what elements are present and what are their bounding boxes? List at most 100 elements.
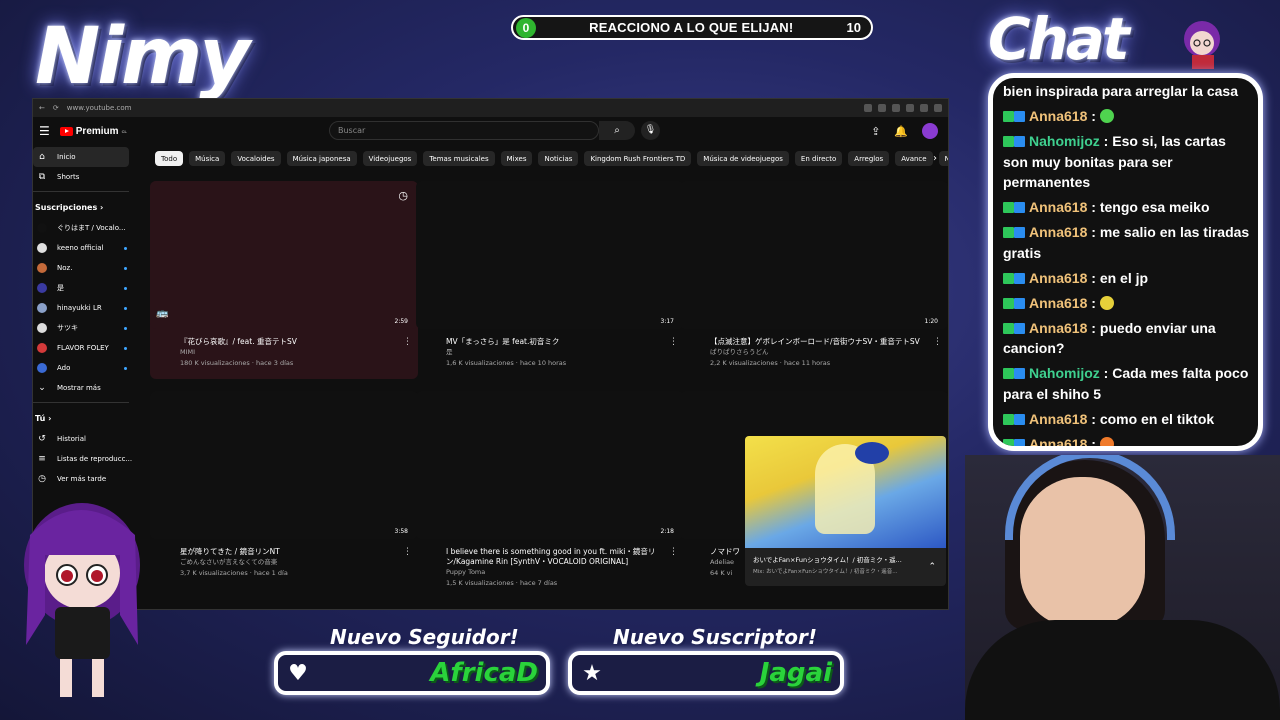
subscriptions-heading[interactable]: Suscripciones › xyxy=(33,196,133,218)
video-title[interactable]: 『花びら哀歌』/ feat. 重音テトSV xyxy=(180,337,400,347)
chip[interactable]: En directo xyxy=(794,151,843,166)
account-avatar[interactable] xyxy=(922,123,938,139)
more-options-icon[interactable]: ⋮ xyxy=(669,337,678,347)
extension-icon[interactable] xyxy=(906,104,914,112)
video-title[interactable]: 【点滅注意】ゲボレインボーロード/音街ウナSV・重音テトSV xyxy=(710,337,930,347)
extension-icon[interactable] xyxy=(878,104,886,112)
new-content-dot xyxy=(124,346,127,350)
chat-message: Nahomijoz : Eso si, las cartas son muy b… xyxy=(1003,133,1226,190)
you-heading[interactable]: Tú › xyxy=(33,407,133,429)
search-input[interactable]: Buscar xyxy=(329,121,599,140)
video-title[interactable]: 星が降りてきた / 鏡音リンNT xyxy=(180,547,400,557)
sidebar-item-inicio[interactable]: ⌂ Inicio xyxy=(33,147,129,167)
video-thumbnail[interactable]: 3:17 xyxy=(416,181,684,329)
subscription-item[interactable]: keeno official xyxy=(33,238,133,258)
extension-icon[interactable] xyxy=(892,104,900,112)
channel-name: Ado xyxy=(57,364,71,372)
miniplayer-video[interactable] xyxy=(745,436,946,548)
more-options-icon[interactable]: ⋮ xyxy=(933,337,942,347)
extension-icon[interactable] xyxy=(934,104,942,112)
sidebar-item-label: Listas de reproducc... xyxy=(57,455,133,463)
chip[interactable]: Arreglos xyxy=(848,151,890,166)
youtube-premium-logo[interactable]: Premium CL xyxy=(59,125,127,137)
sidebar-item-historial[interactable]: ↺ Historial xyxy=(33,429,133,449)
video-channel[interactable]: ごめんなさいが言えなくての音楽 xyxy=(180,557,418,568)
video-thumbnail[interactable]: 1:20 xyxy=(680,181,948,329)
reload-icon[interactable]: ⟳ xyxy=(53,104,59,112)
more-options-icon[interactable]: ⋮ xyxy=(403,337,412,347)
chip[interactable]: Nintendo xyxy=(938,151,948,166)
badge-icon xyxy=(1014,413,1025,425)
video-thumbnail[interactable]: ◷ 🚌 2:59 xyxy=(150,181,418,329)
chip[interactable]: Kingdom Rush Frontiers TD xyxy=(584,151,692,166)
counter-right-value: 10 xyxy=(846,20,861,35)
notifications-bell-icon[interactable]: 🔔 xyxy=(894,125,908,138)
badge-icon xyxy=(1003,438,1014,446)
sidebar-item-playlists[interactable]: ≡ Listas de reproducc... xyxy=(33,449,133,469)
video-channel[interactable]: MIMI xyxy=(180,347,418,358)
video-card[interactable]: ◷ 🚌 2:59 ⋮ 『花びら哀歌』/ feat. 重音テトSV MIMI 18… xyxy=(150,181,418,379)
subscription-item[interactable]: Noz. xyxy=(33,258,133,278)
emote-icon xyxy=(1099,295,1114,310)
chip-todo[interactable]: Todo xyxy=(155,151,184,166)
sidebar-item-label: Ver más tarde xyxy=(57,475,107,483)
chips-next-icon[interactable]: › xyxy=(933,153,937,164)
chat-text: tengo esa meiko xyxy=(1099,199,1210,215)
video-title[interactable]: I believe there is something good in you… xyxy=(446,547,666,567)
youtube-logo-text: Premium xyxy=(75,125,119,137)
video-card[interactable]: 3:58 ⋮ 星が降りてきた / 鏡音リンNT ごめんなさいが言えなくての音楽 … xyxy=(150,391,418,579)
badge-icon xyxy=(1014,202,1025,213)
show-more-button[interactable]: ⌄ Mostrar más xyxy=(33,378,133,398)
chat-message: Anna618 : xyxy=(1003,434,1250,446)
microphone-icon[interactable]: 🎙 xyxy=(641,121,660,140)
chip[interactable]: Música japonesa xyxy=(286,151,357,166)
video-thumbnail[interactable]: 2:18 xyxy=(416,391,684,539)
url-text[interactable]: www.youtube.com xyxy=(67,104,132,112)
back-icon[interactable]: ← xyxy=(39,104,45,112)
channel-avatar xyxy=(37,323,47,333)
more-options-icon[interactable]: ⋮ xyxy=(403,547,412,557)
divider xyxy=(33,402,129,403)
badge-icon xyxy=(1003,202,1014,213)
video-thumbnail[interactable]: 3:58 xyxy=(150,391,418,539)
video-card[interactable]: 1:20 ⋮ 【点滅注意】ゲボレインボーロード/音街ウナSV・重音テトSV ぱり… xyxy=(680,181,948,369)
chip[interactable]: Vocaloides xyxy=(231,151,281,166)
miniplayer-title[interactable]: おいでよFan×Funショウタイム！/ 初音ミク・遥... xyxy=(753,554,946,564)
chip[interactable]: Música xyxy=(189,151,226,166)
upload-icon[interactable]: ⇪ xyxy=(871,125,880,138)
video-channel[interactable]: Puppy Toma xyxy=(446,567,684,578)
hamburger-menu-icon[interactable]: ☰ xyxy=(39,124,50,138)
video-card[interactable]: 2:18 ⋮ I believe there is something good… xyxy=(416,391,684,589)
subscription-item[interactable]: hinayukki LR xyxy=(33,298,133,318)
extension-icon[interactable] xyxy=(864,104,872,112)
subscription-item[interactable]: サツキ xyxy=(33,318,133,338)
video-channel[interactable]: 是 xyxy=(446,347,684,358)
more-options-icon[interactable]: ⋮ xyxy=(669,547,678,557)
chip[interactable]: Música de videojuegos xyxy=(697,151,789,166)
video-card[interactable]: 3:17 ⋮ MV「まっさら」是 feat.初音ミク 是 1,6 K visua… xyxy=(416,181,684,369)
extension-icon[interactable] xyxy=(920,104,928,112)
subscription-item[interactable]: 是 xyxy=(33,278,133,298)
subscription-item[interactable]: Ado xyxy=(33,358,133,378)
video-meta: 1,5 K visualizaciones · hace 7 días xyxy=(446,579,558,587)
search-icon[interactable]: ⌕ xyxy=(599,121,635,140)
channel-avatar xyxy=(37,223,47,233)
chip[interactable]: Avance xyxy=(895,151,933,166)
chevron-up-icon[interactable]: ⌃ xyxy=(928,562,936,572)
watch-later-icon[interactable]: ◷ xyxy=(398,189,408,202)
video-duration: 2:18 xyxy=(660,528,674,535)
video-title[interactable]: MV「まっさら」是 feat.初音ミク xyxy=(446,337,666,347)
channel-name: 是 xyxy=(57,284,64,292)
subscription-item[interactable]: FLAVOR FOLEY xyxy=(33,338,133,358)
chip[interactable]: Videojuegos xyxy=(362,151,418,166)
sidebar-item-watch-later[interactable]: ◷ Ver más tarde xyxy=(33,469,133,489)
miniplayer[interactable]: おいでよFan×Funショウタイム！/ 初音ミク・遥... Mix: おいでよF… xyxy=(745,436,946,586)
chip[interactable]: Noticias xyxy=(538,151,579,166)
new-content-dot xyxy=(124,266,127,270)
vote-counter-bar: 0 REACCIONO A LO QUE ELIJAN! 10 xyxy=(511,15,873,40)
subscription-item[interactable]: ぐりはまT / Vocalo... xyxy=(33,218,133,238)
chip[interactable]: Mixes xyxy=(500,151,533,166)
chip[interactable]: Temas musicales xyxy=(423,151,495,166)
sidebar-item-shorts[interactable]: ⧉ Shorts xyxy=(33,167,133,187)
video-channel[interactable]: ぱりぱりさらうどん xyxy=(710,347,948,358)
